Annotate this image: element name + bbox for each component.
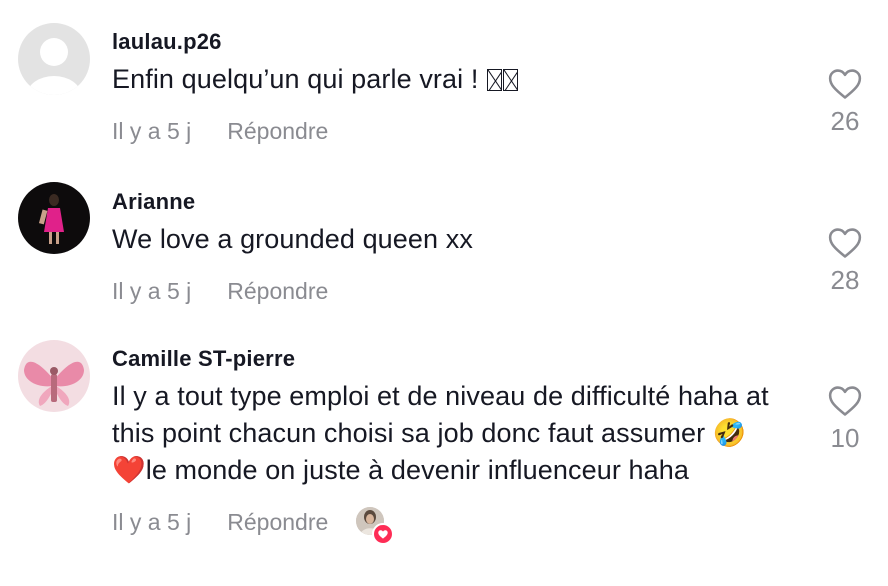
comment-text: Enfin quelqu’un qui parle vrai ! [112, 61, 772, 98]
comment-body: Camille ST-pierre Il y a tout type emplo… [112, 345, 772, 545]
like-count: 10 [830, 423, 860, 453]
comment-item: Camille ST-pierre Il y a tout type emplo… [0, 320, 888, 586]
comment-body: Arianne We love a grounded queen xx Il y… [112, 188, 772, 306]
comment-meta: Il y a 5 j Répondre [112, 507, 772, 545]
avatar[interactable] [18, 340, 90, 412]
default-avatar-icon [18, 23, 90, 95]
comment-meta: Il y a 5 j Répondre [112, 276, 772, 306]
heart-outline-icon [828, 386, 862, 416]
comment-text: We love a grounded queen xx [112, 224, 473, 254]
profile-photo-icon [18, 182, 90, 254]
missing-glyph-icon [503, 69, 519, 91]
comment-body: laulau.p26 Enfin quelqu’un qui parle vra… [112, 28, 772, 146]
comment-timestamp: Il y a 5 j [112, 117, 192, 144]
like-button[interactable]: 26 [806, 68, 884, 136]
heart-outline-icon [828, 228, 862, 258]
reply-button[interactable]: Répondre [227, 509, 328, 536]
like-button[interactable]: 28 [806, 227, 884, 295]
missing-glyph-icon [487, 69, 503, 91]
comment-text-part-2: le monde on juste à devenir influenceur … [145, 455, 689, 485]
comment-item: Arianne We love a grounded queen xx Il y… [0, 160, 888, 320]
comment-text-content: Enfin quelqu’un qui parle vrai ! [112, 64, 487, 94]
comment-text-part-1: Il y a tout type emploi et de niveau de … [112, 381, 769, 448]
comment-timestamp: Il y a 5 j [112, 508, 192, 535]
reply-button[interactable]: Répondre [227, 118, 328, 145]
comment-item: laulau.p26 Enfin quelqu’un qui parle vra… [0, 0, 888, 160]
avatar[interactable] [18, 182, 90, 254]
comment-meta: Il y a 5 j Répondre [112, 116, 772, 146]
heart-icon [372, 523, 395, 545]
like-count: 26 [830, 106, 860, 136]
heart-outline-icon [828, 69, 862, 99]
reply-button[interactable]: Répondre [227, 278, 328, 305]
like-count: 28 [830, 265, 860, 295]
comment-username[interactable]: Camille ST-pierre [112, 345, 772, 373]
profile-photo-icon [18, 340, 90, 412]
avatar-default[interactable] [18, 23, 90, 95]
comment-text: Il y a tout type emploi et de niveau de … [112, 378, 772, 489]
liked-by-creator-badge [356, 507, 395, 545]
comment-username[interactable]: Arianne [112, 188, 772, 216]
like-button[interactable]: 10 [806, 385, 884, 453]
comment-timestamp: Il y a 5 j [112, 277, 192, 304]
comment-username[interactable]: laulau.p26 [112, 28, 772, 56]
